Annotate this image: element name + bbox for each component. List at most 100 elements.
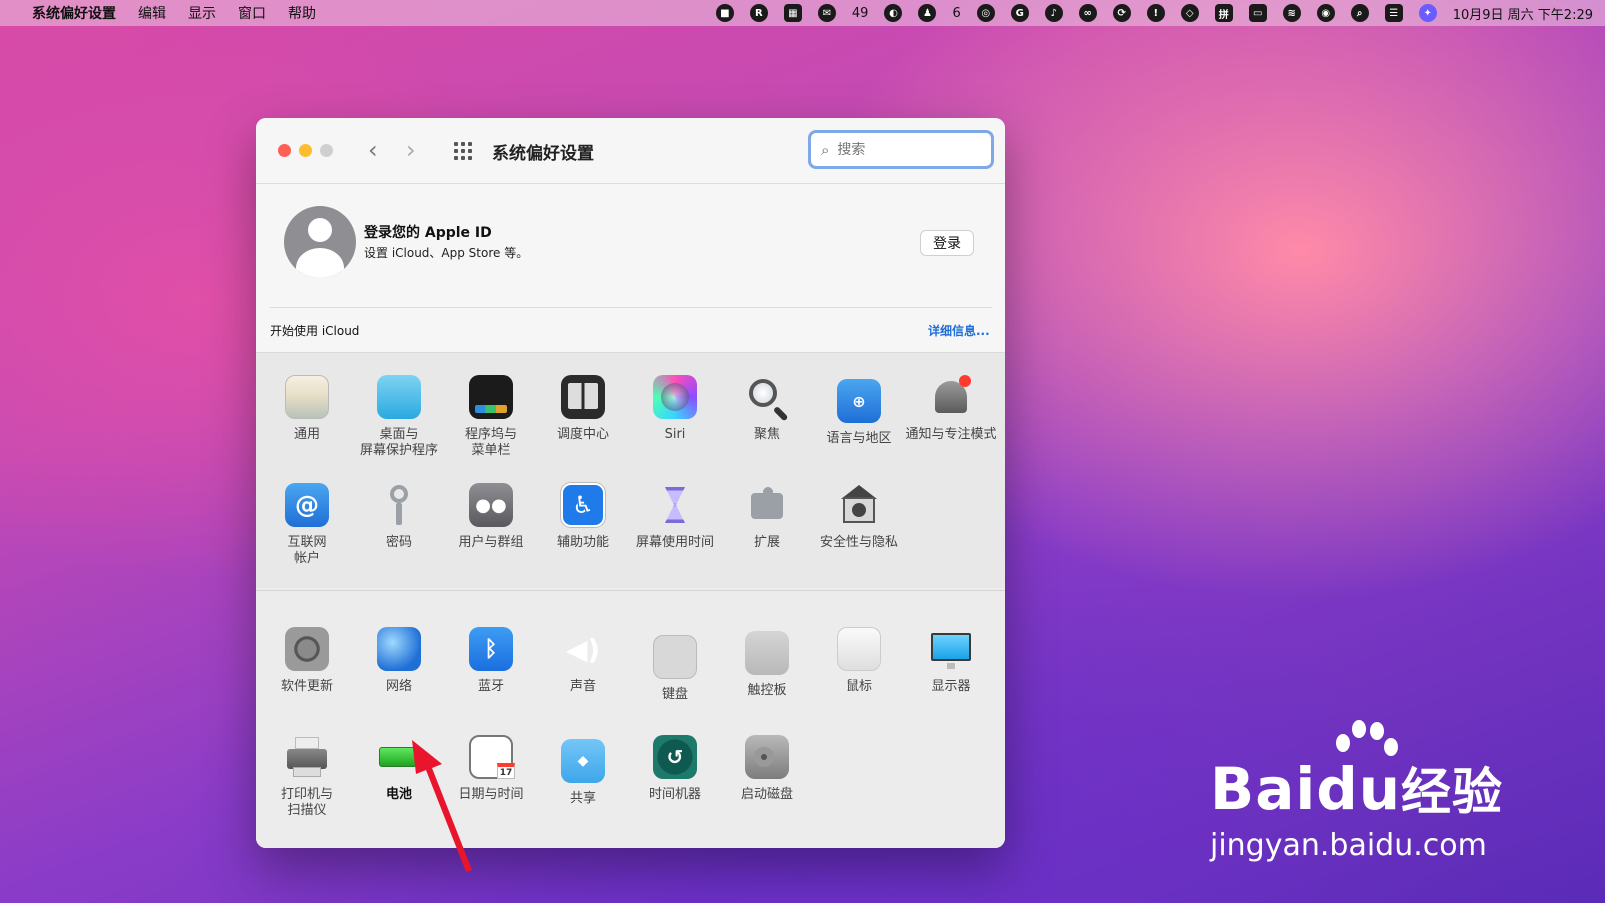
pref-label: 启动磁盘 (740, 787, 793, 802)
notification-bell-icon[interactable]: ♪ (1044, 4, 1063, 22)
house-lock-icon (837, 483, 881, 527)
stop-icon[interactable]: ■ (715, 4, 734, 22)
wifi-icon[interactable]: ≋ (1282, 4, 1301, 22)
desktop-icon (377, 375, 421, 419)
menu-view[interactable]: 显示 (188, 3, 216, 23)
pref-printers-scanners[interactable]: 打印机与 扫描仪 (261, 735, 353, 819)
pref-dock-menubar[interactable]: 程序坞与 菜单栏 (445, 375, 537, 459)
pref-network[interactable]: 网络 (353, 627, 445, 695)
user-switch-icon[interactable]: ◉ (1316, 4, 1335, 22)
pref-label: 键盘 (661, 687, 688, 702)
pref-siri[interactable]: Siri (629, 375, 721, 443)
time-machine-icon: ↺ (653, 735, 697, 779)
annotation-arrow (412, 740, 472, 872)
wechat-icon[interactable]: ✉ (817, 4, 836, 22)
bell-icon (929, 375, 973, 419)
pref-label: 触控板 (747, 683, 787, 698)
menubar-clock[interactable]: 10月9日 周六 下午2:29 (1453, 4, 1593, 23)
divider (270, 307, 992, 308)
search-input[interactable] (837, 141, 968, 158)
at-sign-icon: @ (285, 483, 329, 527)
menu-edit[interactable]: 编辑 (138, 3, 166, 23)
creative-cloud-icon[interactable]: ∞ (1078, 4, 1097, 22)
grid-app-icon[interactable]: ▦ (783, 4, 802, 22)
pref-label: 调度中心 (556, 427, 609, 442)
pref-accessibility[interactable]: ♿ 辅助功能 (537, 483, 629, 551)
zoom-button[interactable] (320, 144, 333, 157)
thermometer-icon[interactable]: ! (1146, 4, 1165, 22)
menu-window[interactable]: 窗口 (238, 3, 266, 23)
show-all-grid-icon[interactable] (454, 142, 472, 160)
pref-notifications-focus[interactable]: 通知与专注模式 (905, 375, 997, 443)
control-center-icon[interactable]: ☰ (1384, 4, 1403, 22)
pref-mission-control[interactable]: 调度中心 (537, 375, 629, 443)
siri-menubar-icon[interactable]: ✦ (1418, 4, 1437, 22)
menu-help[interactable]: 帮助 (288, 3, 316, 23)
pref-sharing[interactable]: ◆ 共享 (537, 735, 629, 807)
pref-internet-accounts[interactable]: @ 互联网 帐户 (261, 483, 353, 567)
mission-control-icon (561, 375, 605, 419)
pref-software-update[interactable]: 软件更新 (261, 627, 353, 695)
pref-mouse[interactable]: 鼠标 (813, 627, 905, 695)
pref-spotlight[interactable]: 聚焦 (721, 375, 813, 443)
back-chevron-icon[interactable]: ‹ (368, 136, 378, 164)
pref-desktop-screensaver[interactable]: 桌面与 屏幕保护程序 (353, 375, 445, 459)
pref-label: 语言与地区 (826, 431, 892, 446)
close-button[interactable] (278, 144, 291, 157)
calendar-day: 17 (497, 763, 515, 779)
status-area: ■ R ▦ ✉ 49 ◐ ♟ 6 ◎ G ♪ ∞ ⟳ ! ◇ 拼 ▭ ≋ ◉ ⌕… (715, 4, 1593, 23)
prefs-section-personal: 通用 桌面与 屏幕保护程序 程序坞与 菜单栏 调度中心 Siri 聚焦 ⊕ 语言… (256, 352, 1005, 588)
printer-icon (285, 735, 329, 779)
layers-icon[interactable]: ◇ (1180, 4, 1199, 22)
pref-security-privacy[interactable]: 安全性与隐私 (813, 483, 905, 551)
pref-passwords[interactable]: 密码 (353, 483, 445, 551)
qq-count: 6 (952, 5, 961, 21)
pref-general[interactable]: 通用 (261, 375, 353, 443)
speaker-icon: ◀) (565, 632, 601, 666)
battery-status-icon[interactable]: ▭ (1248, 4, 1267, 22)
pref-keyboard[interactable]: 键盘 (629, 627, 721, 703)
details-link[interactable]: 详细信息... (928, 322, 990, 339)
pref-bluetooth[interactable]: ᛒ 蓝牙 (445, 627, 537, 695)
app-menu[interactable]: 系统偏好设置 (32, 3, 116, 23)
qq-icon[interactable]: ♟ (918, 4, 937, 22)
spotlight-search-icon[interactable]: ⌕ (1350, 4, 1369, 22)
login-button[interactable]: 登录 (920, 230, 974, 256)
photo-app-icon[interactable]: ◐ (884, 4, 903, 22)
pref-label: 显示器 (931, 679, 971, 694)
forward-chevron-icon[interactable]: › (406, 136, 416, 164)
pref-sound[interactable]: ◀) 声音 (537, 627, 629, 695)
pref-screen-time[interactable]: 屏幕使用时间 (629, 483, 721, 551)
pref-users-groups[interactable]: ●● 用户与群组 (445, 483, 537, 551)
pref-time-machine[interactable]: ↺ 时间机器 (629, 735, 721, 803)
globe-icon (377, 627, 421, 671)
title-bar: ‹ › 系统偏好设置 ⌕ (256, 118, 1005, 184)
general-icon (285, 375, 329, 419)
sync-icon[interactable]: ⟳ (1112, 4, 1131, 22)
pref-label: 程序坞与 菜单栏 (464, 427, 517, 458)
pref-label: 密码 (385, 535, 412, 550)
window-title: 系统偏好设置 (492, 144, 594, 164)
r-app-icon[interactable]: R (749, 4, 768, 22)
pref-extensions[interactable]: 扩展 (721, 483, 813, 551)
pref-trackpad[interactable]: 触控板 (721, 627, 813, 699)
siri-icon (653, 375, 697, 419)
search-field[interactable]: ⌕ (808, 130, 994, 169)
monitor-icon (929, 627, 973, 671)
g-app-icon[interactable]: G (1010, 4, 1029, 22)
key-icon (377, 483, 421, 527)
dock-icon (469, 375, 513, 419)
pref-label: 共享 (569, 791, 596, 806)
input-method-icon[interactable]: 拼 (1214, 4, 1233, 22)
weibo-icon[interactable]: ◎ (976, 4, 995, 22)
hard-disk-icon (745, 735, 789, 779)
pref-displays[interactable]: 显示器 (905, 627, 997, 695)
users-icon: ●● (469, 483, 513, 527)
avatar[interactable] (284, 206, 356, 278)
pref-label: 电池 (385, 787, 412, 802)
pref-label: 通知与专注模式 (905, 427, 997, 442)
minimize-button[interactable] (299, 144, 312, 157)
magnifier-icon (745, 375, 789, 422)
pref-language-region[interactable]: ⊕ 语言与地区 (813, 375, 905, 447)
pref-startup-disk[interactable]: 启动磁盘 (721, 735, 813, 803)
